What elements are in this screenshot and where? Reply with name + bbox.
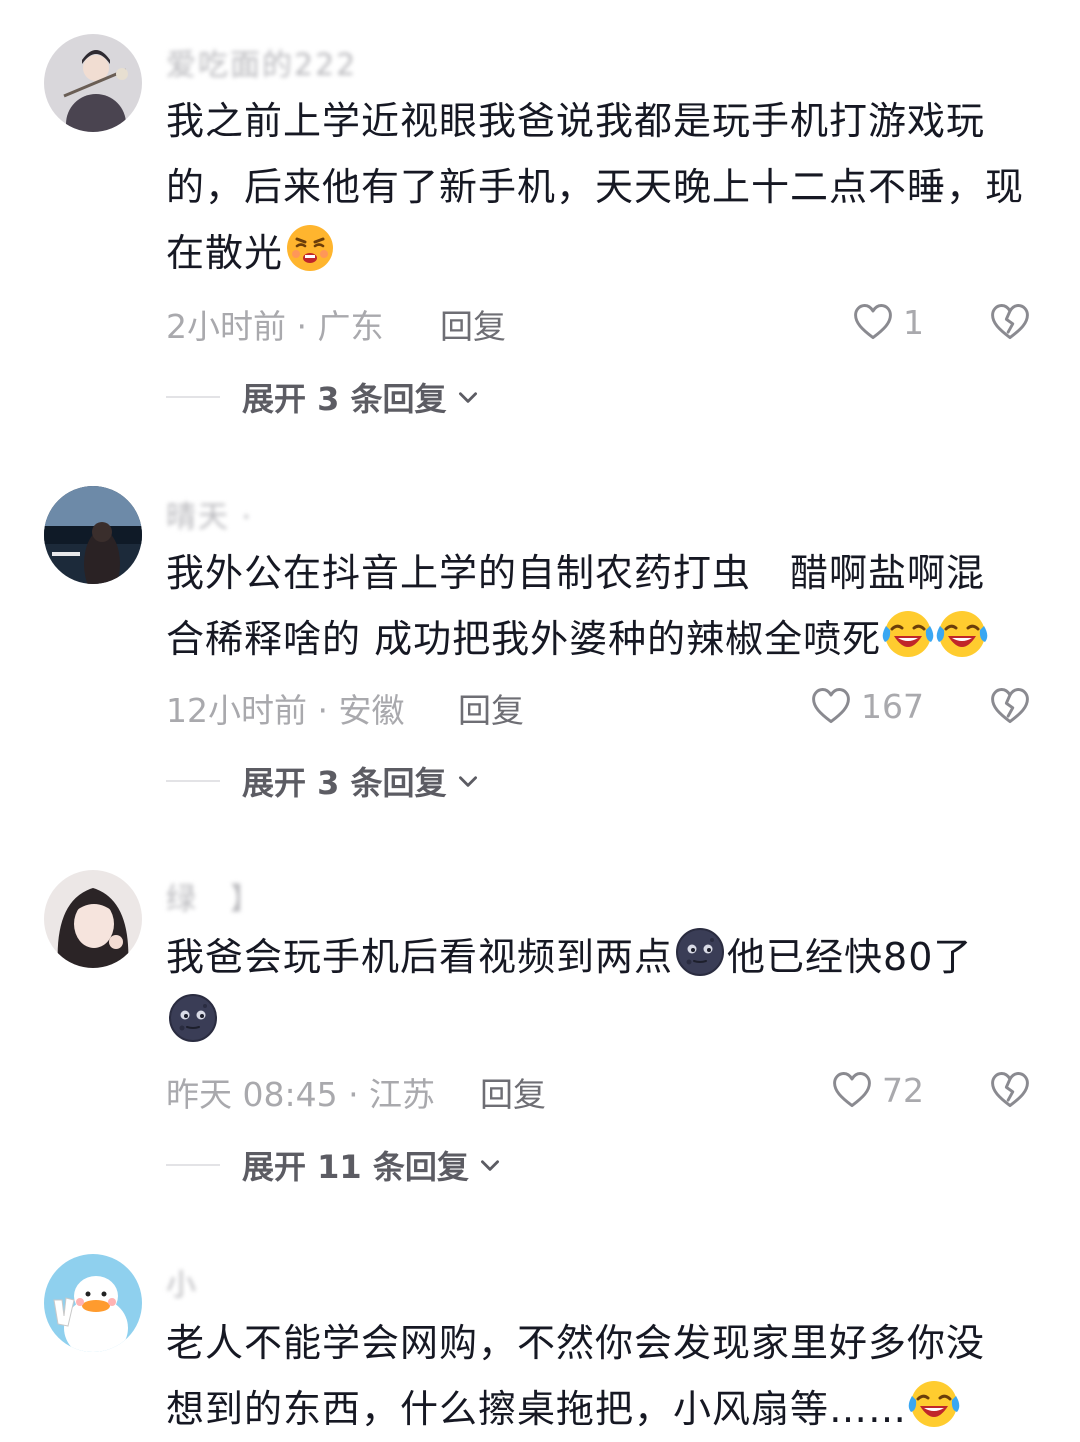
comment-text: 我之前上学近视眼我爸说我都是玩手机打游戏玩的，后来他有了新手机，天天晚上十二点不… <box>166 99 1025 275</box>
divider <box>166 1164 220 1166</box>
chevron-down-icon <box>477 1152 503 1178</box>
expand-replies-button[interactable]: 展开 11 条回复 <box>166 1142 503 1188</box>
reply-button[interactable]: 回复 <box>480 1068 546 1116</box>
username[interactable]: 绿 】 <box>166 874 262 918</box>
dark-moon-face-icon <box>167 992 219 1044</box>
heart-icon <box>851 300 895 344</box>
username[interactable]: 小 <box>166 1260 198 1304</box>
comment-text: 老人不能学会网购，不然你会发现家里好多你没 想到的东西，什么擦桌拖把，小风扇等…… <box>166 1321 986 1431</box>
divider <box>166 780 220 782</box>
avatar[interactable] <box>44 34 142 132</box>
grimace-face-icon <box>284 222 336 274</box>
like-button[interactable]: 72 <box>830 1068 924 1112</box>
comment-text: 我外公在抖音上学的自制农药打虫 醋啊盐啊混 合稀释啥的 成功把我外婆种的辣椒全喷… <box>166 540 1066 672</box>
like-count: 167 <box>861 686 924 726</box>
heart-icon <box>809 684 853 728</box>
broken-heart-icon[interactable] <box>988 684 1032 728</box>
heart-icon <box>830 1068 874 1112</box>
chevron-down-icon <box>455 768 481 794</box>
avatar[interactable] <box>44 1254 142 1352</box>
expand-replies-button[interactable]: 展开 3 条回复 <box>166 758 481 804</box>
username[interactable]: 爱吃面的222 <box>166 40 357 84</box>
comment-time-location: 昨天 08:45 · 江苏 <box>166 1075 436 1114</box>
comment-time-location: 2小时前 · 广东 <box>166 307 384 346</box>
like-count: 1 <box>903 302 924 342</box>
laugh-cry-face-icon <box>936 608 988 660</box>
comment-text: 我爸会玩手机后看视频到两点 他已经快80了 <box>166 924 1046 1056</box>
like-count: 72 <box>882 1070 924 1110</box>
like-button[interactable]: 1 <box>851 300 924 344</box>
dark-moon-face-icon <box>674 926 726 978</box>
reply-button[interactable]: 回复 <box>458 684 524 732</box>
avatar[interactable] <box>44 486 142 584</box>
broken-heart-icon[interactable] <box>988 300 1032 344</box>
broken-heart-icon[interactable] <box>988 1068 1032 1112</box>
reply-button[interactable]: 回复 <box>440 300 506 348</box>
laugh-cry-face-icon <box>882 608 934 660</box>
divider <box>166 396 220 398</box>
expand-replies-button[interactable]: 展开 3 条回复 <box>166 374 481 420</box>
avatar[interactable] <box>44 870 142 968</box>
username[interactable]: 晴天 · <box>166 492 253 536</box>
chevron-down-icon <box>455 384 481 410</box>
laugh-cry-face-icon <box>908 1378 960 1430</box>
like-button[interactable]: 167 <box>809 684 924 728</box>
comment-time-location: 12小时前 · 安徽 <box>166 691 405 730</box>
